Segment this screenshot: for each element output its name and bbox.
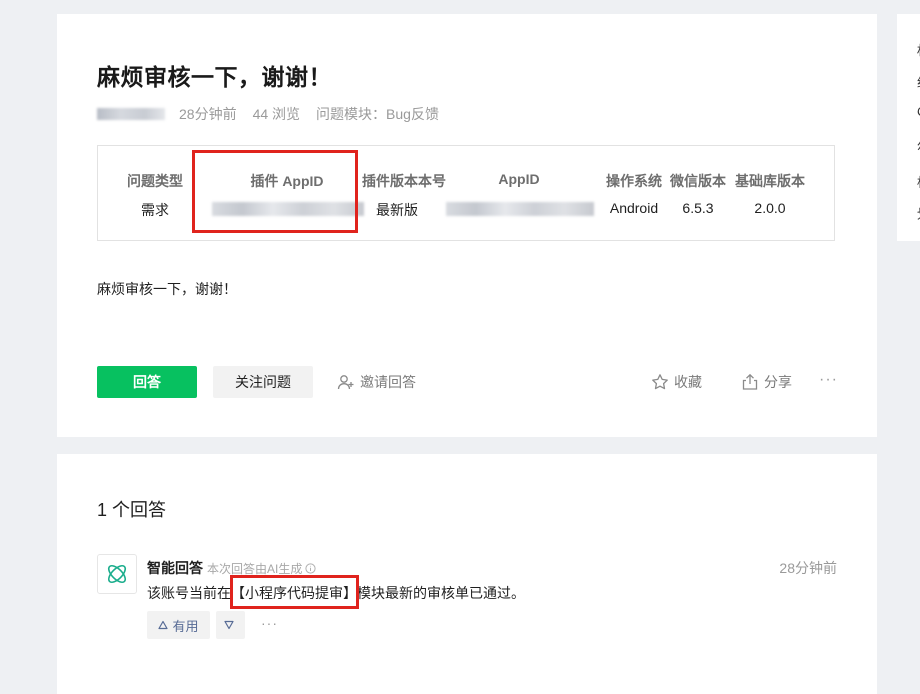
share-icon — [742, 373, 758, 390]
answer-button[interactable]: 回答 — [97, 366, 197, 398]
annotation-highlight-plugin-appid — [192, 150, 358, 233]
star-icon — [652, 374, 668, 390]
question-title: 麻烦审核一下，谢谢！ — [97, 64, 332, 90]
module-link[interactable]: Bug反馈 — [386, 104, 439, 124]
appid-blurred — [446, 202, 594, 216]
question-meta: 28分钟前 44 浏览 问题模块： Bug反馈 — [97, 104, 439, 124]
info-col-os: 操作系统 Android — [603, 146, 665, 240]
info-col-base-lib-version: 基础库版本 2.0.0 — [732, 146, 808, 240]
question-card: 麻烦审核一下，谢谢！ 28分钟前 44 浏览 问题模块： Bug反馈 问题类型 … — [57, 14, 877, 437]
answers-count: 1 个回答 — [97, 500, 167, 520]
info-col-plugin-version: 插件版本本号 最新版 — [362, 146, 446, 240]
triangle-down-icon — [223, 620, 234, 630]
share-button[interactable]: 分享 — [741, 366, 792, 398]
favorite-label: 收藏 — [674, 374, 702, 390]
useful-label: 有用 — [172, 618, 199, 634]
side-panel: 权 约 C 尔 标 划 — [897, 14, 920, 241]
follow-question-button[interactable]: 关注问题 — [213, 366, 313, 398]
answer-more-button[interactable]: ··· — [261, 615, 278, 631]
info-header: 基础库版本 — [735, 173, 805, 189]
module-label: 问题模块： — [316, 106, 387, 122]
answers-card: 1 个回答 智能回答 本次回答由AI生成 28分钟前 该账号当前在【小程序代码提… — [57, 454, 877, 694]
useful-button[interactable]: 有用 — [147, 611, 210, 639]
info-icon[interactable] — [305, 563, 316, 574]
ai-atom-icon — [107, 564, 127, 584]
invite-user-icon — [337, 375, 354, 390]
view-count: 44 浏览 — [252, 106, 301, 122]
info-value: 2.0.0 — [754, 200, 786, 216]
triangle-up-icon — [158, 620, 169, 630]
info-col-appid: AppID — [446, 146, 594, 240]
info-header: AppID — [498, 171, 540, 187]
author-name-blurred[interactable] — [97, 108, 165, 120]
answer-text-before: 该账号当前在 — [147, 585, 231, 601]
question-body: 麻烦审核一下，谢谢！ — [97, 281, 237, 297]
info-header: 插件版本本号 — [362, 173, 446, 189]
not-useful-button[interactable] — [216, 611, 245, 639]
invite-answer-button[interactable]: 邀请回答 — [337, 366, 416, 398]
info-header: 操作系统 — [606, 173, 662, 189]
share-label: 分享 — [764, 374, 792, 390]
answer-author: 智能回答 — [147, 560, 203, 576]
ai-avatar — [97, 554, 137, 594]
info-value: 最新版 — [376, 202, 418, 218]
favorite-button[interactable]: 收藏 — [651, 366, 702, 398]
invite-answer-label: 邀请回答 — [360, 374, 416, 390]
info-header: 微信版本 — [670, 173, 726, 189]
answer-time: 28分钟前 — [779, 560, 837, 576]
post-time: 28分钟前 — [179, 106, 237, 122]
info-value: 6.5.3 — [682, 200, 714, 216]
info-col-wechat-version: 微信版本 6.5.3 — [667, 146, 729, 240]
info-value: Android — [609, 200, 659, 216]
more-actions-button[interactable]: ··· — [819, 371, 838, 389]
annotation-highlight-module — [230, 575, 359, 609]
answer-text-after: 模块最新的审核单已通过。 — [357, 585, 525, 601]
